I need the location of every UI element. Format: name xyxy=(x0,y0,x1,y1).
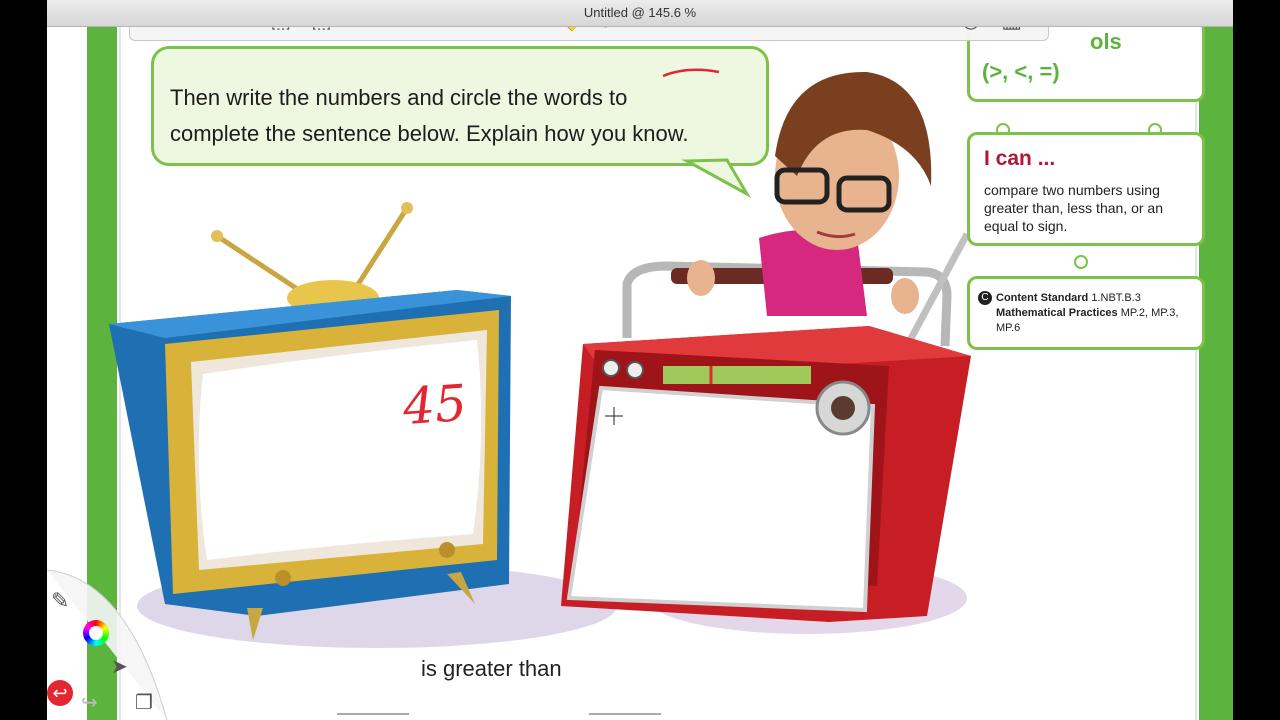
sentence-text: is greater than xyxy=(421,656,562,681)
tv-knob-right xyxy=(439,542,455,558)
ican-title: I can ... xyxy=(984,147,1056,170)
tool-dock: ✎ ➤ ↩ ↪ ❐ xyxy=(47,550,227,720)
standard-label: Content Standard xyxy=(996,292,1089,304)
select-arrow-icon[interactable]: ➤ xyxy=(111,654,128,679)
ican-box: I can ... compare two numbers using grea… xyxy=(967,132,1205,246)
radio-knob-1 xyxy=(602,359,620,377)
tv-screen xyxy=(198,340,482,560)
handwritten-number: 45 xyxy=(401,373,469,437)
ink-annotation-stroke xyxy=(662,68,720,78)
ican-body: compare two numbers using greater than, … xyxy=(984,182,1163,234)
dock-layers-icon[interactable]: ❐ xyxy=(135,690,153,715)
character-hand-left xyxy=(687,260,715,296)
color-picker-icon[interactable] xyxy=(83,620,109,646)
radio-speaker-center xyxy=(831,396,855,420)
dock-redo-icon[interactable]: ↪ xyxy=(81,690,98,715)
standards-text: Content Standard 1.NBT.B.3 Mathematical … xyxy=(996,291,1196,336)
radio-knob-2 xyxy=(626,361,644,379)
standard-value: 1.NBT.B.3 xyxy=(1091,292,1141,304)
antenna-tip-left xyxy=(211,230,223,242)
app-window: Untitled @ 145.6 % Then write the number… xyxy=(47,0,1233,720)
bubble-tail xyxy=(681,158,752,198)
dock-undo-icon[interactable]: ↩ xyxy=(47,680,73,706)
standards-box: C Content Standard 1.NBT.B.3 Mathematica… xyxy=(967,276,1205,350)
tv-knob-left xyxy=(275,570,291,586)
character-hand-right xyxy=(891,278,919,314)
tv-antenna-right xyxy=(354,206,410,288)
standards-icon: C xyxy=(978,291,992,305)
color-picker-center xyxy=(89,626,103,640)
antenna-tip-right xyxy=(401,202,413,214)
symbols-heading-partial: ols xyxy=(1090,29,1122,54)
window-title: Untitled @ 145.6 % xyxy=(583,5,697,20)
brush-icon[interactable]: ✎ xyxy=(51,588,69,614)
symbols-list: (>, <, =) xyxy=(982,59,1060,84)
window-titlebar: Untitled @ 145.6 % xyxy=(47,0,1233,27)
radio-tuner-dial xyxy=(663,366,811,384)
practices-label: Mathematical Practices xyxy=(996,307,1118,319)
